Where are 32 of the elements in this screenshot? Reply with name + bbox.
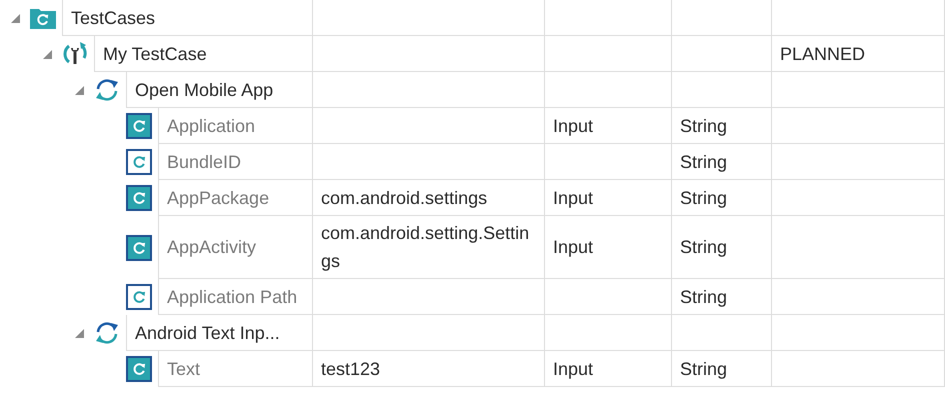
tree-node-label[interactable]: Application Path — [158, 279, 312, 315]
cell-value: com.android.setting.Settings — [313, 216, 545, 279]
cell-type: String — [672, 279, 772, 315]
cell-value: com.android.settings — [313, 180, 545, 216]
tree-node-label[interactable]: TestCases — [62, 0, 312, 36]
cell-type: String — [672, 216, 772, 279]
cell-type: String — [672, 144, 772, 180]
folder-icon — [30, 7, 56, 29]
cell-direction: Input — [545, 108, 672, 144]
cell-type: String — [672, 108, 772, 144]
tree-node-label[interactable]: Android Text Inp... — [126, 315, 312, 351]
cell-type: String — [672, 180, 772, 216]
tree-node-label[interactable]: BundleID — [158, 144, 312, 180]
sync-icon — [94, 78, 120, 102]
collapse-arrow-icon[interactable] — [74, 328, 84, 338]
cell-status: PLANNED — [772, 36, 945, 72]
wrench-icon — [62, 41, 88, 67]
collapse-arrow-icon[interactable] — [10, 14, 20, 22]
tree-node-label[interactable]: AppPackage — [158, 180, 312, 216]
cell-value: test123 — [313, 351, 545, 387]
collapse-arrow-icon[interactable] — [42, 50, 52, 58]
cell-type: String — [672, 351, 772, 387]
cell-direction: Input — [545, 216, 672, 279]
cell-direction: Input — [545, 351, 672, 387]
tree-node-label[interactable]: Application — [158, 108, 312, 144]
collapse-arrow-icon[interactable] — [74, 86, 84, 94]
tree-node-label[interactable]: My TestCase — [94, 36, 312, 72]
tree-node-label[interactable]: AppActivity — [158, 216, 312, 279]
cell-direction: Input — [545, 180, 672, 216]
tree-node-label[interactable]: Text — [158, 351, 312, 387]
sync-icon — [94, 321, 120, 345]
tree-node-label[interactable]: Open Mobile App — [126, 72, 312, 108]
